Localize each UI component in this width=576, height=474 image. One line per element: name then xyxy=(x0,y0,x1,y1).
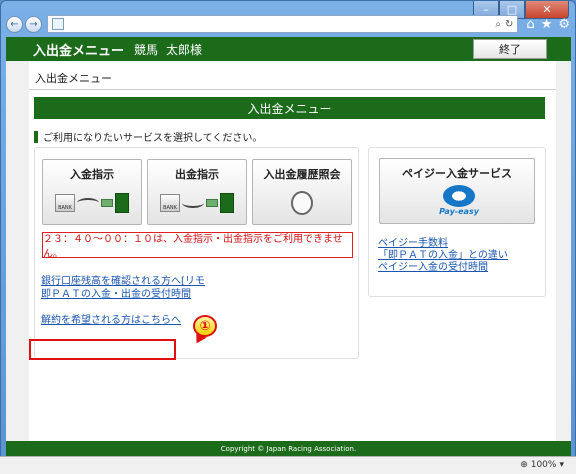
magnifier-icon xyxy=(291,191,313,215)
page-icon xyxy=(52,18,64,30)
back-button[interactable]: ← xyxy=(6,15,23,33)
jra-icon xyxy=(220,193,234,213)
zoom-control[interactable]: ⊕ 100% ▾ xyxy=(520,460,564,470)
status-bar: ⊕ 100% ▾ xyxy=(0,456,576,474)
deposit-illustration: BANK xyxy=(43,188,141,218)
deposit-label: 入金指示 xyxy=(70,168,114,181)
withdraw-label: 出金指示 xyxy=(175,168,219,181)
bank-icon: BANK xyxy=(160,194,180,212)
pat-hours-link[interactable]: 即ＰＡＴの入金・出金の受付時間 xyxy=(41,285,191,300)
search-icon[interactable]: ⌕ xyxy=(495,19,501,30)
lead-text: ご利用になりたいサービスを選択してください。 xyxy=(34,129,262,144)
divider xyxy=(29,89,556,90)
highlight-box xyxy=(29,339,176,360)
withdraw-illustration: BANK xyxy=(148,188,246,218)
footer-copyright: Copyright © Japan Racing Association. xyxy=(6,441,571,456)
cash-icon xyxy=(101,199,113,207)
lead-marker xyxy=(34,130,38,143)
page-viewport: 入出金メニュー 競馬 太郎様 終了 入出金メニュー 入出金メニュー ご利用になり… xyxy=(6,37,571,456)
exit-button[interactable]: 終了 xyxy=(473,39,547,59)
address-bar: ← → ⌕ ↻ ⌂ ★ ⚙ xyxy=(6,14,570,34)
header-service: 競馬 xyxy=(134,42,159,57)
forward-button[interactable]: → xyxy=(25,15,42,33)
settings-icon[interactable]: ⚙ xyxy=(558,17,570,32)
bank-text: BANK xyxy=(163,205,177,211)
payeasy-panel: ペイジー入金サービス Pay-easy ペイジー手数料 「即ＰＡＴの入金」との違… xyxy=(368,147,546,297)
history-illustration xyxy=(253,188,351,218)
header-user: 太郎様 xyxy=(166,42,203,57)
payeasy-hours-link[interactable]: ペイジー入金の受付時間 xyxy=(378,258,488,273)
arrow-icon xyxy=(77,198,99,208)
browser-window: – □ ✕ ← → ⌕ ↻ ⌂ ★ ⚙ 入出金メニュー 競馬 太郎様 終了 入出… xyxy=(0,0,576,474)
payeasy-logo-text: Pay-easy xyxy=(439,207,479,216)
jra-icon xyxy=(115,193,129,213)
callout-marker: ① xyxy=(193,315,217,337)
bank-icon: BANK xyxy=(55,194,75,212)
deposit-button[interactable]: 入金指示 BANK xyxy=(42,159,142,225)
payeasy-logo-mark xyxy=(443,185,475,207)
chevron-down-icon: ▾ xyxy=(559,460,564,470)
bank-text: BANK xyxy=(58,205,72,211)
section-title: 入出金メニュー xyxy=(34,97,545,119)
favorites-icon[interactable]: ★ xyxy=(541,17,553,32)
warning-message: ２３：４０～００：１０は、入金指示・出金指示をご利用できません。 xyxy=(42,232,353,260)
header-title: 入出金メニュー xyxy=(33,43,125,59)
toolbar-icons: ⌂ ★ ⚙ xyxy=(526,17,570,32)
payeasy-button[interactable]: ペイジー入金サービス Pay-easy xyxy=(379,158,535,224)
home-icon[interactable]: ⌂ xyxy=(526,17,534,32)
withdraw-button[interactable]: 出金指示 BANK xyxy=(147,159,247,225)
url-field[interactable]: ⌕ ↻ xyxy=(47,15,519,33)
content-area: 入出金メニュー 入出金メニュー ご利用になりたいサービスを選択してください。 入… xyxy=(29,61,556,456)
breadcrumb: 入出金メニュー xyxy=(35,72,112,85)
cancel-contract-link[interactable]: 解約を希望される方はこちらへ xyxy=(41,311,181,326)
history-label: 入出金履歴照会 xyxy=(263,168,341,181)
site-header: 入出金メニュー 競馬 太郎様 終了 xyxy=(6,37,571,61)
history-button[interactable]: 入出金履歴照会 xyxy=(252,159,352,225)
cash-icon xyxy=(206,199,218,207)
payeasy-logo: Pay-easy xyxy=(438,185,480,217)
lead-label: ご利用になりたいサービスを選択してください。 xyxy=(43,133,263,144)
zoom-level: 100% xyxy=(530,460,557,470)
refresh-icon[interactable]: ↻ xyxy=(505,19,513,30)
zoom-icon: ⊕ xyxy=(520,460,528,470)
payeasy-label: ペイジー入金サービス xyxy=(402,167,512,180)
arrow-icon xyxy=(182,198,204,208)
